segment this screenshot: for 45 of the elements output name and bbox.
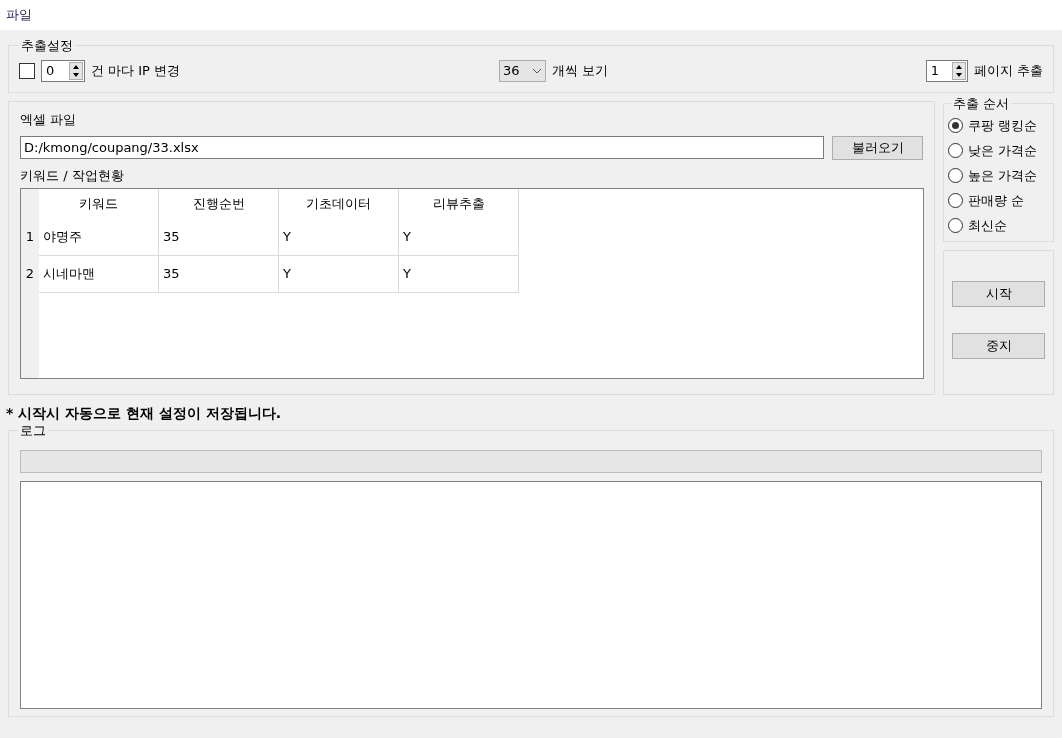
field-label: 개씩 보기 — [552, 61, 609, 80]
field-label: 건 마다 IP 변경 — [91, 61, 181, 80]
table-cell: 야명주 — [39, 218, 159, 255]
column-header: 기초데이터 — [279, 188, 399, 219]
section-label: 키워드 / 작업현황 — [20, 166, 125, 185]
column-header: 진행순번 — [159, 188, 279, 219]
radio-button[interactable] — [948, 193, 963, 208]
table-cell: Y — [279, 218, 399, 255]
note-text: * 시작시 자동으로 현재 설정이 저장됩니다. — [6, 403, 282, 423]
column-header: 리뷰추출 — [399, 188, 519, 219]
file-path-field[interactable]: D:/kmong/coupang/33.xlsx — [20, 136, 824, 159]
chevron-down-icon — [532, 67, 542, 74]
group-title: 추출 순서 — [952, 94, 1011, 113]
section-label: 엑셀 파일 — [20, 110, 78, 129]
number-field[interactable]: 0 — [41, 59, 85, 82]
table-cell: 35 — [159, 255, 279, 292]
radio-label[interactable]: 낮은 가격순 — [968, 140, 1038, 161]
table-cell: 35 — [159, 218, 279, 255]
radio-button[interactable] — [948, 118, 963, 133]
radio-label[interactable]: 높은 가격순 — [968, 165, 1038, 186]
load-button[interactable]: 불러오기 — [832, 135, 923, 160]
column-header: 키워드 — [39, 188, 159, 219]
action-button[interactable]: 중지 — [952, 332, 1045, 359]
table-cell: 시네마맨 — [39, 255, 159, 292]
table-cell: Y — [279, 255, 399, 292]
checkbox[interactable] — [19, 62, 35, 79]
radio-button[interactable] — [948, 143, 963, 158]
spinner-arrows-icon[interactable] — [69, 61, 83, 80]
row-number: 1 — [24, 228, 36, 247]
row-number: 2 — [24, 265, 36, 284]
group-title: 추출설정 — [20, 37, 74, 55]
field-label: 페이지 추출 — [973, 61, 1043, 80]
dropdown[interactable]: 36 — [499, 59, 546, 82]
action-button[interactable]: 시작 — [952, 280, 1045, 307]
spinner-arrows-icon[interactable] — [951, 61, 966, 80]
table-cell: Y — [399, 255, 519, 292]
number-field[interactable]: 1 — [925, 59, 968, 82]
menu-item[interactable]: 파일 — [6, 5, 32, 25]
radio-button[interactable] — [948, 218, 963, 233]
radio-label[interactable]: 쿠팡 랭킹순 — [968, 115, 1038, 136]
radio-label[interactable]: 판매량 순 — [968, 190, 1025, 211]
group-title: 로그 — [19, 421, 47, 440]
radio-label[interactable]: 최신순 — [968, 215, 1007, 236]
table-cell: Y — [399, 218, 519, 255]
radio-button[interactable] — [948, 168, 963, 183]
